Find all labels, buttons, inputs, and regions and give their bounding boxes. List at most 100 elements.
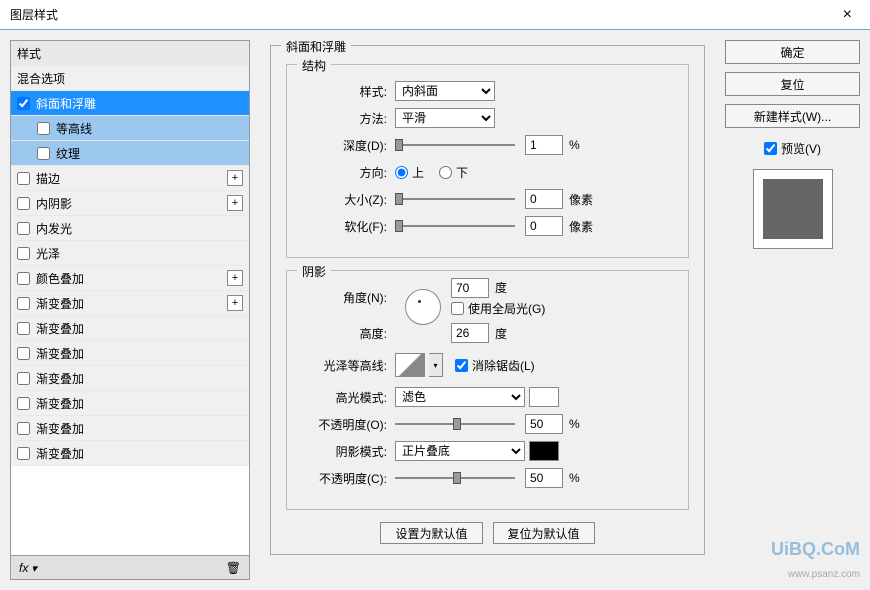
style-contour[interactable]: 等高线 (11, 116, 249, 141)
altitude-row: 高度: 度 (302, 322, 673, 344)
add-inner-shadow-icon[interactable]: + (227, 195, 243, 211)
bevel-checkbox[interactable] (17, 97, 30, 110)
style-select[interactable]: 内斜面 (395, 81, 495, 101)
style-gradient-overlay-3[interactable]: 渐变叠加 (11, 341, 249, 366)
make-default-button[interactable]: 设置为默认值 (380, 522, 482, 544)
style-gradient-overlay-2[interactable]: 渐变叠加 (11, 316, 249, 341)
inner-glow-checkbox[interactable] (17, 222, 30, 235)
highlight-color-swatch[interactable] (529, 387, 559, 407)
antialiased-checkbox[interactable] (455, 359, 468, 372)
depth-input[interactable] (525, 135, 563, 155)
preview-checkbox[interactable] (764, 142, 777, 155)
style-texture[interactable]: 纹理 (11, 141, 249, 166)
style-gradient-overlay-4[interactable]: 渐变叠加 (11, 366, 249, 391)
bevel-section-title: 斜面和浮雕 (281, 38, 351, 55)
add-color-overlay-icon[interactable]: + (227, 270, 243, 286)
gradient-overlay-checkbox-7[interactable] (17, 447, 30, 460)
style-satin[interactable]: 光泽 (11, 241, 249, 266)
style-inner-glow[interactable]: 内发光 (11, 216, 249, 241)
shadow-color-swatch[interactable] (529, 441, 559, 461)
center-panel: 斜面和浮雕 结构 样式: 内斜面 方法: 平滑 深度(D): % (260, 40, 715, 580)
technique-select[interactable]: 平滑 (395, 108, 495, 128)
depth-unit: % (569, 138, 580, 152)
global-light-checkbox[interactable] (451, 302, 464, 315)
style-stroke[interactable]: 描边 + (11, 166, 249, 191)
stroke-checkbox[interactable] (17, 172, 30, 185)
contour-checkbox[interactable] (37, 122, 50, 135)
angle-input[interactable] (451, 278, 489, 298)
close-icon[interactable]: × (835, 6, 860, 24)
shading-group: 阴影 角度(N): 度 使用全局光(G) 高度: (286, 270, 689, 510)
style-gradient-overlay-5[interactable]: 渐变叠加 (11, 391, 249, 416)
technique-label: 方法: (302, 110, 387, 127)
preview-label: 预览(V) (781, 140, 821, 157)
styles-header[interactable]: 样式 (11, 41, 249, 66)
highlight-opacity-input[interactable] (525, 414, 563, 434)
trash-icon[interactable]: 🗑 (226, 561, 241, 575)
altitude-label: 高度: (302, 325, 387, 342)
watermark: UiBQ.CoM (771, 539, 860, 560)
size-unit: 像素 (569, 191, 593, 208)
gloss-contour-picker[interactable] (395, 353, 425, 377)
soften-input[interactable] (525, 216, 563, 236)
structure-group: 结构 样式: 内斜面 方法: 平滑 深度(D): % 方向: (286, 64, 689, 258)
gradient-overlay-checkbox-3[interactable] (17, 347, 30, 360)
gradient-overlay-checkbox-4[interactable] (17, 372, 30, 385)
fx-bar: fx ▾ 🗑 (10, 556, 250, 580)
style-gradient-overlay-1[interactable]: 渐变叠加 + (11, 291, 249, 316)
direction-up-radio[interactable] (395, 166, 408, 179)
angle-unit: 度 (495, 279, 507, 296)
watermark2: www.psanz.com (788, 569, 860, 580)
shadow-opacity-input[interactable] (525, 468, 563, 488)
soften-unit: 像素 (569, 218, 593, 235)
add-stroke-icon[interactable]: + (227, 170, 243, 186)
satin-checkbox[interactable] (17, 247, 30, 260)
highlight-mode-select[interactable]: 滤色 (395, 387, 525, 407)
highlight-opacity-label: 不透明度(O): (302, 416, 387, 433)
blend-options[interactable]: 混合选项 (11, 66, 249, 91)
soften-slider[interactable] (395, 217, 515, 235)
angle-dial[interactable] (405, 289, 441, 325)
reset-default-button[interactable]: 复位为默认值 (493, 522, 595, 544)
depth-row: 深度(D): % (302, 134, 673, 156)
highlight-opacity-slider[interactable] (395, 415, 515, 433)
size-input[interactable] (525, 189, 563, 209)
styles-list[interactable]: 样式 混合选项 斜面和浮雕 等高线 纹理 描边 + 内阴影 (10, 40, 250, 556)
style-gradient-overlay-6[interactable]: 渐变叠加 (11, 416, 249, 441)
direction-radio-group: 上 下 (395, 164, 468, 181)
style-inner-shadow[interactable]: 内阴影 + (11, 191, 249, 216)
gloss-contour-dropdown-icon[interactable]: ▾ (429, 353, 443, 377)
ok-button[interactable]: 确定 (725, 40, 860, 64)
cancel-button[interactable]: 复位 (725, 72, 860, 96)
highlight-mode-row: 高光模式: 滤色 (302, 386, 673, 408)
direction-label: 方向: (302, 164, 387, 181)
style-color-overlay[interactable]: 颜色叠加 + (11, 266, 249, 291)
fx-menu[interactable]: fx ▾ (19, 561, 37, 575)
style-bevel-emboss[interactable]: 斜面和浮雕 (11, 91, 249, 116)
shading-title: 阴影 (297, 263, 331, 280)
inner-shadow-checkbox[interactable] (17, 197, 30, 210)
shadow-opacity-slider[interactable] (395, 469, 515, 487)
shadow-mode-select[interactable]: 正片叠底 (395, 441, 525, 461)
depth-label: 深度(D): (302, 137, 387, 154)
size-slider[interactable] (395, 190, 515, 208)
shadow-opacity-label: 不透明度(C): (302, 470, 387, 487)
color-overlay-checkbox[interactable] (17, 272, 30, 285)
style-label: 样式: (302, 83, 387, 100)
gloss-contour-label: 光泽等高线: (302, 357, 387, 374)
altitude-input[interactable] (451, 323, 489, 343)
style-gradient-overlay-7[interactable]: 渐变叠加 (11, 441, 249, 466)
depth-slider[interactable] (395, 136, 515, 154)
preview-box (753, 169, 833, 249)
gradient-overlay-checkbox-1[interactable] (17, 297, 30, 310)
gradient-overlay-checkbox-2[interactable] (17, 322, 30, 335)
new-style-button[interactable]: 新建样式(W)... (725, 104, 860, 128)
gradient-overlay-checkbox-6[interactable] (17, 422, 30, 435)
shadow-opacity-row: 不透明度(C): % (302, 467, 673, 489)
gradient-overlay-checkbox-5[interactable] (17, 397, 30, 410)
angle-row: 角度(N): 度 使用全局光(G) (302, 286, 673, 308)
angle-label: 角度(N): (302, 289, 387, 306)
texture-checkbox[interactable] (37, 147, 50, 160)
direction-down-radio[interactable] (439, 166, 452, 179)
add-gradient-overlay-icon[interactable]: + (227, 295, 243, 311)
